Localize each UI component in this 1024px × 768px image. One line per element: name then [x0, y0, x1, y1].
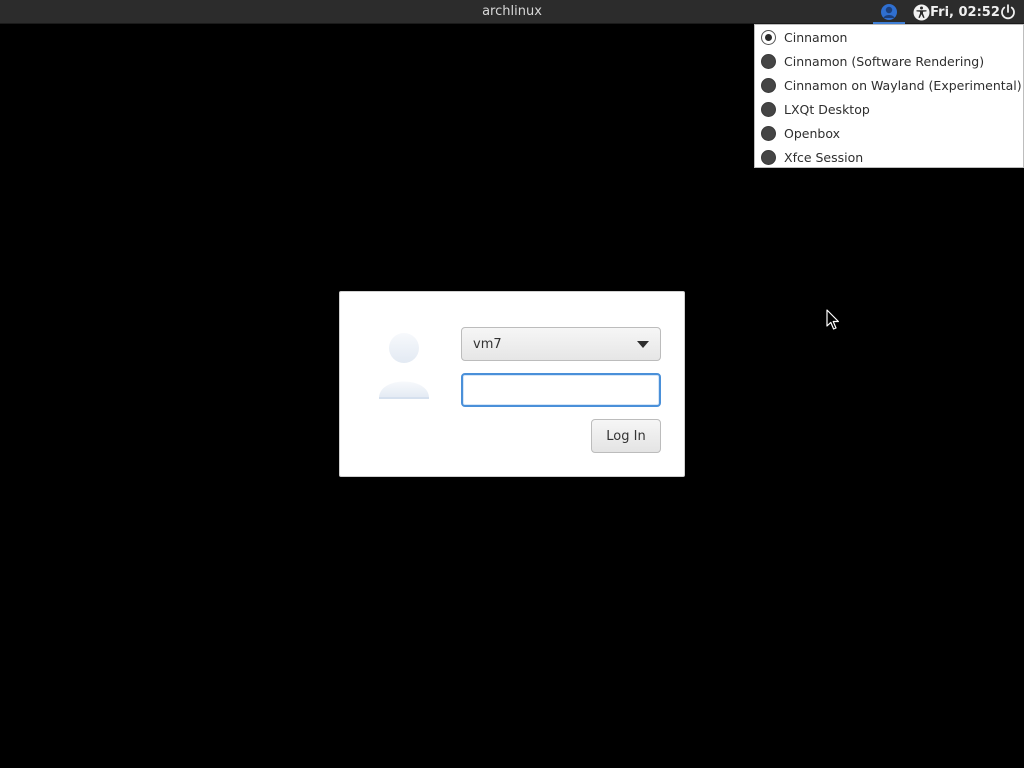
power-button[interactable]: [996, 0, 1020, 24]
session-item-cinnamon-wayland[interactable]: Cinnamon on Wayland (Experimental): [755, 73, 1023, 97]
session-icon: [881, 4, 897, 20]
radio-unchecked-icon: [761, 77, 776, 93]
session-item-label: Cinnamon on Wayland (Experimental): [784, 77, 1022, 93]
session-item-lxqt[interactable]: LXQt Desktop: [755, 97, 1023, 121]
greeter-screen: archlinux Fri, 02:52 Cinnamon Cinnamon (…: [0, 0, 1024, 768]
clock[interactable]: Fri, 02:52: [930, 0, 1000, 24]
hostname-label: archlinux: [482, 4, 542, 19]
session-menu: Cinnamon Cinnamon (Software Rendering) C…: [754, 24, 1024, 168]
accessibility-icon: [913, 4, 929, 20]
session-menu-button[interactable]: [872, 0, 906, 24]
mouse-pointer-icon: [826, 309, 839, 330]
top-panel: archlinux Fri, 02:52: [0, 0, 1024, 24]
radio-checked-icon: [761, 29, 776, 45]
session-item-cinnamon-software-rendering[interactable]: Cinnamon (Software Rendering): [755, 49, 1023, 73]
dropdown-arrow-icon: [637, 341, 649, 348]
session-item-label: Xfce Session: [784, 149, 864, 165]
session-item-label: Openbox: [784, 125, 840, 141]
password-input[interactable]: [461, 373, 661, 407]
user-select[interactable]: vm7: [461, 327, 661, 361]
radio-unchecked-icon: [761, 125, 776, 141]
session-item-cinnamon[interactable]: Cinnamon: [755, 25, 1023, 49]
radio-unchecked-icon: [761, 101, 776, 117]
session-item-openbox[interactable]: Openbox: [755, 121, 1023, 145]
user-avatar-icon: [379, 333, 429, 399]
session-item-label: Cinnamon (Software Rendering): [784, 53, 985, 69]
session-item-xfce[interactable]: Xfce Session: [755, 145, 1023, 169]
radio-unchecked-icon: [761, 53, 776, 69]
login-dialog: vm7 Log In: [339, 291, 685, 477]
session-item-label: Cinnamon: [784, 29, 848, 45]
selected-user: vm7: [473, 336, 502, 352]
radio-unchecked-icon: [761, 149, 776, 165]
login-button[interactable]: Log In: [591, 419, 661, 453]
session-item-label: LXQt Desktop: [784, 101, 870, 117]
power-icon: [1001, 4, 1015, 20]
